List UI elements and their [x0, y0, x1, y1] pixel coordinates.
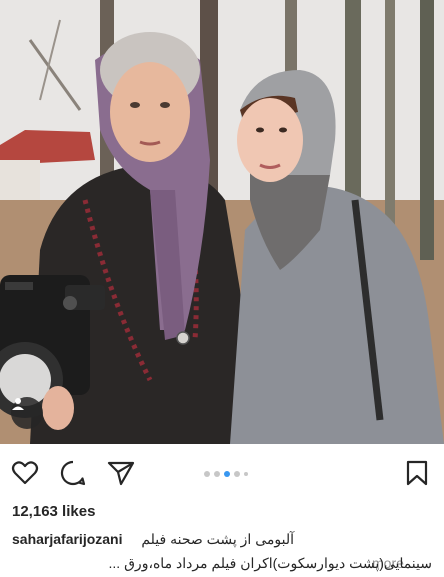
carousel-dot [214, 471, 220, 477]
caption-text-line2: سینمایی(پشت دیوارسکوت)اکران فیلم مرداد م… [108, 555, 432, 571]
paper-plane-icon[interactable] [107, 459, 135, 487]
carousel-dot-active [224, 471, 230, 477]
caption-username[interactable]: saharjafarijozani [12, 531, 123, 547]
likes-count[interactable]: 12,163 likes [12, 503, 95, 520]
post-action-bar [0, 444, 444, 502]
bookmark-icon[interactable] [403, 459, 431, 487]
user-tag-button[interactable] [11, 397, 43, 429]
photo-illustration [0, 0, 444, 444]
carousel-dot [204, 471, 210, 477]
post-photo[interactable] [0, 0, 444, 444]
carousel-dot [244, 472, 248, 476]
user-tag-icon [12, 398, 24, 410]
caption-text-line1: آلبومی از پشت صحنه فیلم [141, 531, 294, 547]
carousel-dot [234, 471, 240, 477]
heart-outline-icon[interactable] [11, 459, 39, 487]
carousel-indicator [204, 471, 248, 477]
speech-bubble-icon[interactable] [59, 459, 87, 487]
